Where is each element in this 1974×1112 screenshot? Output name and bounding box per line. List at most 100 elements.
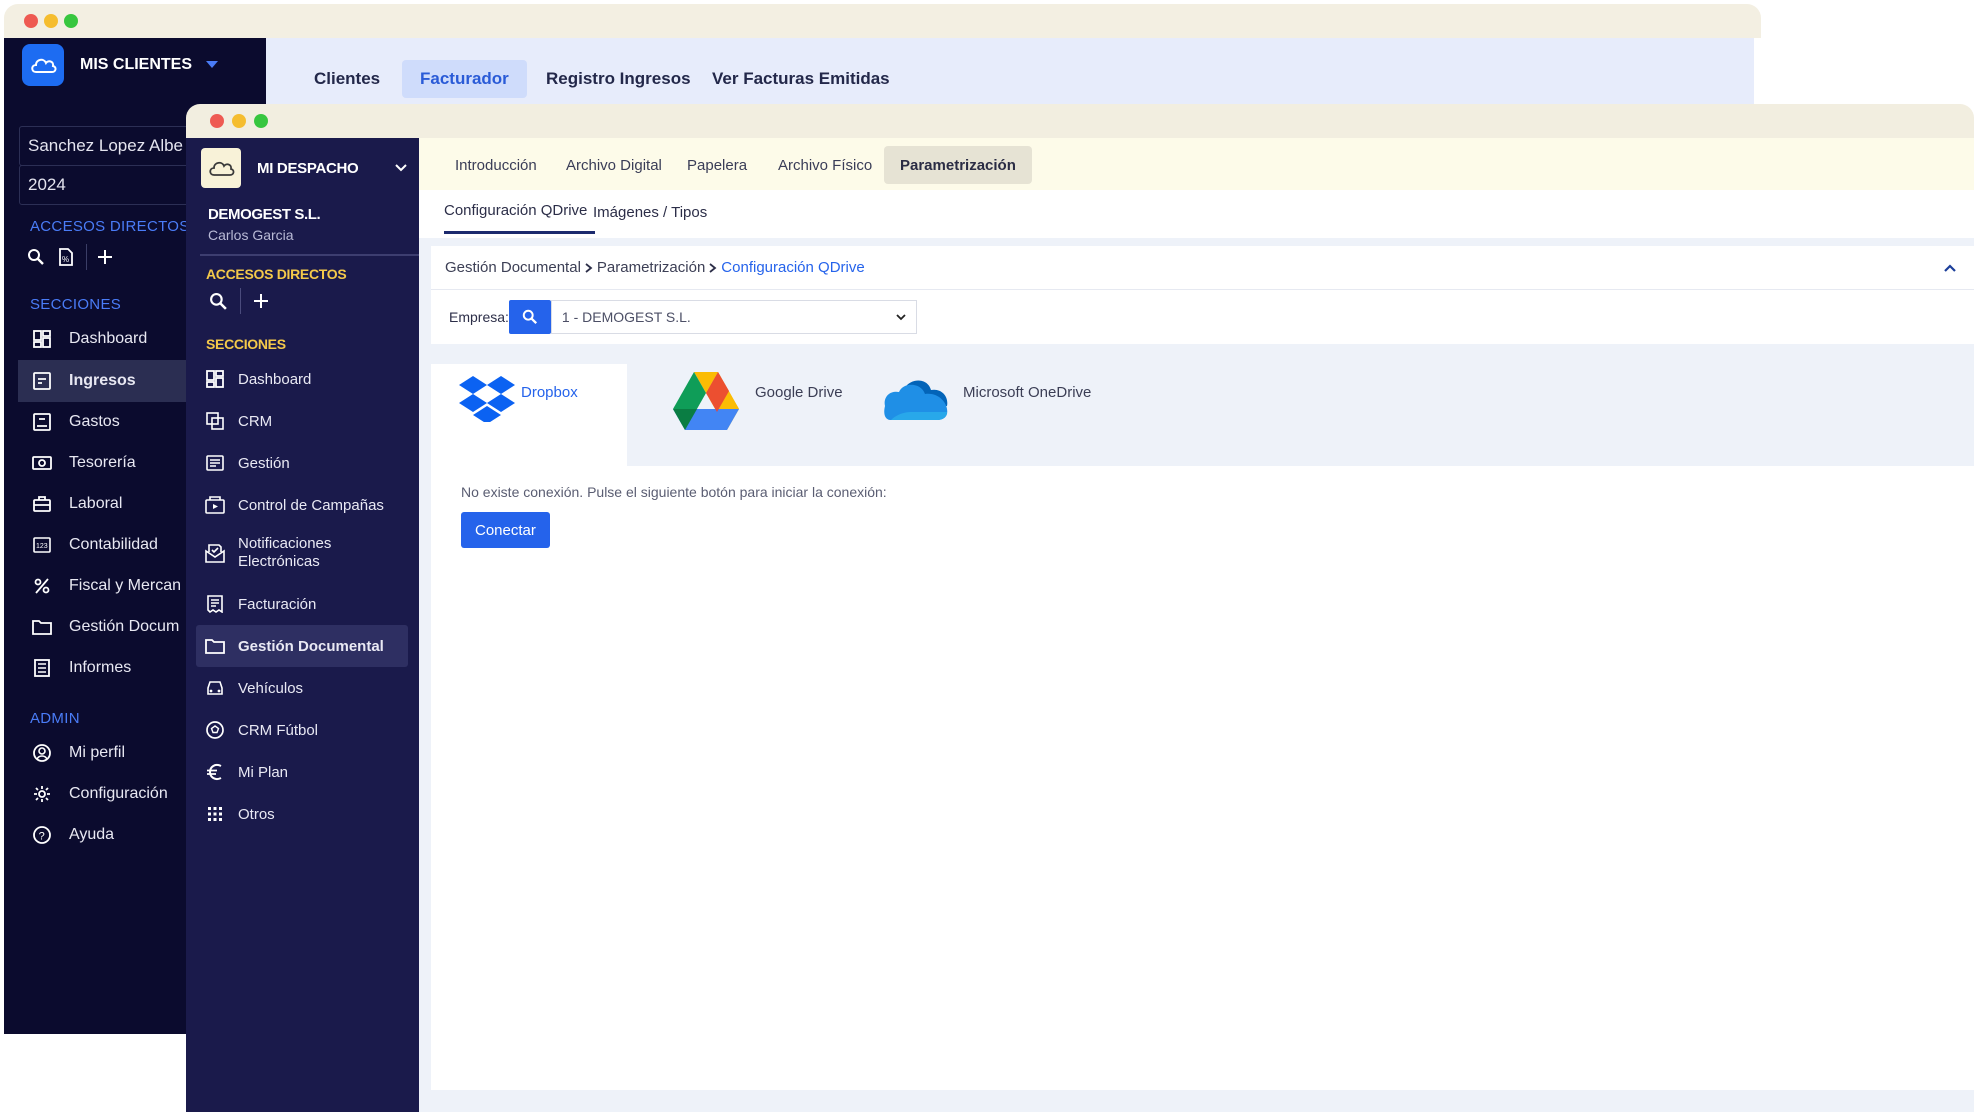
cloud-logo-icon — [201, 148, 241, 188]
sidebar-item-label: Gestión Docum — [69, 618, 180, 635]
chevron-up-icon[interactable] — [1944, 263, 1956, 272]
provider-google-drive[interactable]: Google Drive — [671, 370, 843, 460]
invoice-icon — [204, 595, 226, 613]
document-icon[interactable]: % — [54, 248, 78, 266]
sidebar-item-vehiculos[interactable]: Vehículos — [196, 667, 408, 709]
sidebar-item-crm-futbol[interactable]: CRM Fútbol — [196, 709, 408, 751]
tab-papelera[interactable]: Papelera — [671, 146, 763, 184]
minimize-dot[interactable] — [232, 114, 246, 128]
front-brand[interactable]: MI DESPACHO — [201, 148, 411, 188]
front-sidebar: MI DESPACHO DEMOGEST S.L. Carlos Garcia … — [186, 138, 419, 1112]
top-tabs-bar: Introducción Archivo Digital Papelera Ar… — [419, 138, 1974, 190]
sidebar-item-label: Mi perfil — [69, 744, 126, 761]
income-icon — [31, 372, 53, 390]
provider-label: Microsoft OneDrive — [963, 384, 1092, 401]
sidebar-item-label: Gestión — [238, 454, 290, 472]
provider-label: Google Drive — [755, 384, 843, 401]
divider — [200, 254, 419, 256]
sidebar-item-crm[interactable]: CRM — [196, 400, 408, 442]
search-icon[interactable] — [24, 248, 48, 266]
sidebar-item-mi-plan[interactable]: Mi Plan — [196, 751, 408, 793]
back-brand-label: MIS CLIENTES — [80, 56, 193, 73]
car-icon — [204, 680, 226, 696]
folder-icon — [31, 619, 53, 635]
gear-icon — [31, 785, 53, 803]
connection-panel: No existe conexión. Pulse el siguiente b… — [431, 466, 1974, 1090]
back-shortcuts: % — [24, 244, 117, 270]
empresa-label: Empresa: — [449, 309, 509, 325]
empresa-select-value: 1 - DEMOGEST S.L. — [561, 309, 691, 325]
tab-imagenes-tipos[interactable]: Imágenes / Tipos — [593, 190, 707, 234]
front-brand-label: MI DESPACHO — [257, 159, 359, 177]
maximize-dot[interactable] — [64, 14, 78, 28]
connect-button[interactable]: Conectar — [461, 512, 550, 548]
provider-dropbox[interactable]: Dropbox — [459, 374, 578, 464]
dashboard-icon — [204, 370, 226, 388]
sidebar-item-label: Ayuda — [69, 826, 115, 843]
sidebar-item-label: CRM — [238, 412, 273, 430]
tab-ver-facturas[interactable]: Ver Facturas Emitidas — [694, 60, 908, 98]
dropbox-icon — [459, 374, 515, 422]
notifications-icon — [204, 543, 226, 563]
grid-icon — [204, 806, 226, 822]
front-window-titlebar — [186, 104, 1974, 138]
onedrive-icon — [881, 374, 951, 422]
status-message: No existe conexión. Pulse el siguiente b… — [461, 484, 887, 500]
tab-facturador[interactable]: Facturador — [402, 60, 527, 98]
profile-icon — [31, 744, 53, 762]
back-section-secciones: SECCIONES — [30, 296, 122, 313]
sidebar-item-facturacion[interactable]: Facturación — [196, 583, 408, 625]
maximize-dot[interactable] — [254, 114, 268, 128]
provider-label: Dropbox — [521, 384, 578, 401]
percent-icon — [31, 578, 53, 594]
close-dot[interactable] — [24, 14, 38, 28]
tab-introduccion[interactable]: Introducción — [439, 146, 553, 184]
tab-archivo-fisico[interactable]: Archivo Físico — [762, 146, 888, 184]
tab-clientes[interactable]: Clientes — [296, 60, 398, 98]
provider-onedrive[interactable]: Microsoft OneDrive — [881, 374, 1091, 464]
front-window: MI DESPACHO DEMOGEST S.L. Carlos Garcia … — [186, 104, 1974, 1112]
chevron-down-icon[interactable] — [206, 61, 219, 69]
sidebar-item-label: Control de Campañas — [238, 496, 384, 514]
front-section-accesos: ACCESOS DIRECTOS — [206, 266, 347, 282]
sidebar-item-label: Dashboard — [238, 370, 312, 388]
sidebar-item-otros[interactable]: Otros — [196, 793, 408, 835]
help-icon: ? — [31, 826, 53, 844]
sidebar-item-label: CRM Fútbol — [238, 721, 319, 739]
empresa-select[interactable]: 1 - DEMOGEST S.L. — [550, 300, 917, 334]
search-icon[interactable] — [508, 300, 551, 334]
sidebar-item-label: Fiscal y Mercan — [69, 577, 182, 594]
chevron-down-icon — [896, 313, 906, 321]
back-brand[interactable]: MIS CLIENTES — [22, 44, 219, 86]
chevron-down-icon[interactable] — [395, 164, 407, 172]
front-section-secciones: SECCIONES — [206, 336, 286, 352]
minimize-dot[interactable] — [44, 14, 58, 28]
plus-icon[interactable] — [93, 249, 117, 265]
tab-registro-ingresos[interactable]: Registro Ingresos — [528, 60, 709, 98]
sidebar-item-label: Otros — [238, 805, 275, 823]
breadcrumb-item[interactable]: Gestión Documental — [445, 259, 581, 276]
sidebar-item-control-de-campanas[interactable]: Control de Campañas — [196, 484, 408, 526]
user-name: Carlos Garcia — [208, 227, 294, 243]
sidebar-item-gestion[interactable]: Gestión — [196, 442, 408, 484]
sidebar-item-gestion-documental[interactable]: Gestión Documental — [196, 625, 408, 667]
plus-icon[interactable] — [249, 293, 273, 309]
sidebar-item-label: Contabilidad — [69, 536, 158, 553]
tab-archivo-digital[interactable]: Archivo Digital — [550, 146, 678, 184]
close-dot[interactable] — [210, 114, 224, 128]
gestion-icon — [204, 455, 226, 471]
accounting-icon: 123 — [31, 537, 53, 553]
sidebar-item-notificaciones-electronicas[interactable]: Notificaciones Electrónicas — [196, 527, 408, 579]
euro-icon — [204, 763, 226, 781]
search-icon[interactable] — [206, 292, 230, 311]
breadcrumb-item[interactable]: Parametrización — [597, 259, 705, 276]
breadcrumb-current: Configuración QDrive — [721, 259, 865, 276]
divider — [86, 244, 87, 270]
tab-configuracion-qdrive[interactable]: Configuración QDrive — [444, 190, 596, 234]
sidebar-item-dashboard[interactable]: Dashboard — [196, 358, 408, 400]
chevron-right-icon — [585, 262, 593, 273]
back-window-titlebar — [4, 4, 1761, 38]
front-main: Introducción Archivo Digital Papelera Ar… — [419, 138, 1974, 1112]
tab-parametrizacion[interactable]: Parametrización — [884, 146, 1032, 184]
reports-icon — [31, 659, 53, 677]
